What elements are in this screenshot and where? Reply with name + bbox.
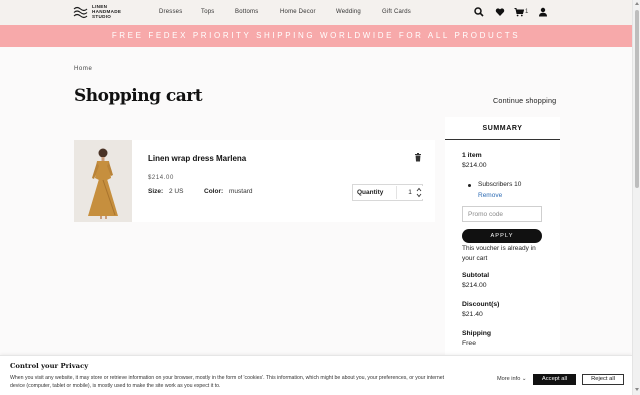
order-summary: SUMMARY 1 item $214.00 Subscribers 10 Re…: [445, 117, 560, 357]
bullet: [468, 184, 471, 187]
cart-count-badge[interactable]: 1: [525, 9, 528, 15]
quantity-increase-icon[interactable]: [416, 187, 422, 192]
logo-waves-icon: [73, 6, 88, 18]
dress-model-illustration: [74, 140, 132, 222]
item-total: $214.00: [462, 162, 487, 169]
size-label: Size:: [148, 188, 164, 195]
brand-logo[interactable]: LINEN HANDMADE STUDIO: [73, 4, 122, 19]
color-value: mustard: [229, 188, 253, 195]
cookie-text: When you visit any website, it may store…: [10, 375, 445, 390]
shipping-label: Shipping: [462, 330, 492, 337]
apply-button[interactable]: APPLY: [462, 229, 542, 243]
account-icon[interactable]: [538, 7, 548, 17]
color-label: Color:: [204, 188, 224, 195]
summary-title: SUMMARY: [445, 117, 560, 140]
nav-tops[interactable]: Tops: [201, 9, 214, 15]
subscriber-discount: Subscribers 10: [478, 181, 522, 188]
cookie-banner: Control your Privacy When you visit any …: [0, 355, 632, 395]
scroll-up-icon[interactable]: [635, 2, 639, 5]
reject-all-button[interactable]: Reject all: [582, 374, 624, 385]
more-info-label: More info: [497, 376, 521, 382]
product-price: $214.00: [148, 175, 174, 181]
scrollbar-thumb[interactable]: [635, 10, 639, 188]
discount-label: Discount(s): [462, 301, 500, 308]
product-image[interactable]: [74, 140, 132, 222]
nav-home-decor[interactable]: Home Decor: [280, 9, 316, 15]
subtotal-value: $214.00: [462, 282, 487, 289]
nav-wedding[interactable]: Wedding: [336, 9, 361, 15]
chevron-down-icon: ⌄: [521, 376, 527, 382]
wishlist-heart-icon[interactable]: [495, 7, 505, 17]
size-value: 2 US: [169, 188, 184, 195]
cart-icon[interactable]: [514, 7, 524, 17]
product-name[interactable]: Linen wrap dress Marlena: [148, 154, 246, 163]
accept-all-button[interactable]: Accept all: [533, 374, 576, 385]
logo-text: LINEN HANDMADE STUDIO: [92, 4, 122, 19]
search-icon[interactable]: [474, 7, 484, 17]
item-count: 1 item: [462, 152, 482, 159]
site-header: LINEN HANDMADE STUDIO Dresses Tops Botto…: [0, 0, 632, 25]
quantity-label: Quantity: [357, 189, 384, 196]
subtotal-label: Subtotal: [462, 272, 490, 279]
trash-icon[interactable]: [414, 153, 422, 162]
scroll-down-icon[interactable]: [635, 388, 639, 391]
shipping-value: Free: [462, 340, 476, 347]
nav-dresses[interactable]: Dresses: [159, 9, 182, 15]
quantity-stepper: Quantity: [352, 184, 423, 201]
promo-code-input[interactable]: [462, 206, 542, 222]
breadcrumb-home[interactable]: Home: [74, 66, 92, 72]
continue-shopping-link[interactable]: Continue shopping: [493, 96, 556, 105]
page-title: Shopping cart: [74, 86, 203, 106]
promo-banner: FREE FEDEX PRIORITY SHIPPING WORLDWIDE F…: [0, 25, 632, 47]
remove-discount-link[interactable]: Remove: [478, 192, 502, 199]
more-info-dropdown[interactable]: More info ⌄: [497, 376, 527, 382]
discount-value: $21.40: [462, 311, 483, 318]
quantity-decrease-icon[interactable]: [416, 193, 422, 198]
page-scrollbar[interactable]: [632, 0, 640, 395]
nav-bottoms[interactable]: Bottoms: [235, 9, 258, 15]
voucher-message: This voucher is already in your cart: [462, 245, 536, 262]
cart-item: Linen wrap dress Marlena $214.00 Size: 2…: [74, 140, 435, 222]
nav-gift-cards[interactable]: Gift Cards: [382, 9, 411, 15]
cookie-title: Control your Privacy: [10, 362, 89, 370]
